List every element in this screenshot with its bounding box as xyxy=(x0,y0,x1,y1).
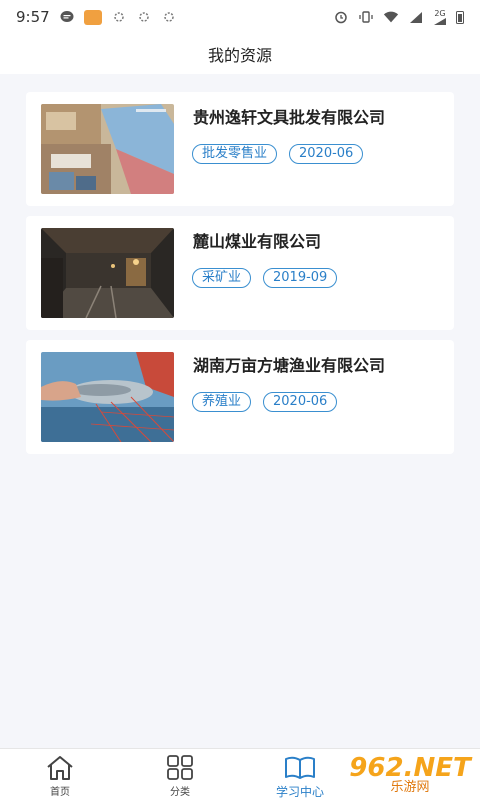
industry-tag: 批发零售业 xyxy=(192,144,278,164)
sync-icon-2 xyxy=(138,12,149,22)
app-badge-icon xyxy=(83,9,102,25)
nav-label-home: 首页 xyxy=(50,787,70,798)
watermark-logo: 962.NET 乐游网 xyxy=(346,752,474,798)
stationery-image xyxy=(41,104,174,194)
company-name: 湖南万亩方塘渔业有限公司 xyxy=(193,356,386,375)
resource-card[interactable]: 湖南万亩方塘渔业有限公司 养殖业 2020-06 xyxy=(26,340,454,454)
resource-thumbnail-mine xyxy=(41,228,174,318)
nav-item-learning-center[interactable]: 学习中心 xyxy=(240,749,360,801)
mine-image xyxy=(41,228,174,318)
vibrate-icon xyxy=(359,11,373,23)
company-name: 麓山煤业有限公司 xyxy=(193,232,322,251)
tag-list: 批发零售业 2020-06 xyxy=(192,144,364,164)
home-icon xyxy=(47,756,73,780)
book-icon xyxy=(285,756,315,779)
wifi-icon xyxy=(383,11,399,23)
resource-card[interactable]: 贵州逸轩文具批发有限公司 批发零售业 2020-06 xyxy=(26,92,454,206)
alarm-icon xyxy=(335,11,347,24)
date-tag: 2020-06 xyxy=(289,144,364,164)
status-bar: 9:57 2G xyxy=(0,0,480,34)
date-tag: 2019-09 xyxy=(263,268,338,288)
industry-tag: 采矿业 xyxy=(192,268,252,288)
nav-item-home[interactable]: 首页 xyxy=(0,749,120,801)
network-label: 2G xyxy=(434,8,446,18)
watermark-line2: 乐游网 xyxy=(390,780,430,795)
tag-list: 采矿业 2019-09 xyxy=(192,268,338,288)
resource-thumbnail-stationery xyxy=(41,104,174,194)
industry-tag: 养殖业 xyxy=(192,392,252,412)
tag-list: 养殖业 2020-06 xyxy=(192,392,338,412)
page-header: 我的资源 xyxy=(0,34,480,74)
status-left: 9:57 xyxy=(16,8,177,26)
page-title: 我的资源 xyxy=(207,46,272,65)
network-indicator: 2G xyxy=(433,8,447,25)
nav-item-category[interactable]: 分类 xyxy=(120,749,240,801)
grid-icon xyxy=(167,755,193,780)
message-icon xyxy=(60,11,74,22)
nav-label-category: 分类 xyxy=(170,787,190,798)
resource-card[interactable]: 麓山煤业有限公司 采矿业 2019-09 xyxy=(26,216,454,330)
battery-icon xyxy=(456,10,464,24)
watermark-line1: 962.NET xyxy=(349,753,471,783)
signal-icon-2 xyxy=(434,17,446,25)
nav-label-learning-center: 学习中心 xyxy=(275,785,324,799)
resource-thumbnail-fish xyxy=(41,352,174,442)
status-right: 2G xyxy=(333,8,464,25)
company-name: 贵州逸轩文具批发有限公司 xyxy=(193,108,386,127)
signal-icon xyxy=(410,12,422,23)
date-tag: 2020-06 xyxy=(263,392,338,412)
resource-list: 贵州逸轩文具批发有限公司 批发零售业 2020-06 麓山煤业有限公司 采矿业 xyxy=(26,92,454,464)
sync-icon xyxy=(113,12,124,22)
fishery-image xyxy=(41,352,174,442)
sync-icon-3 xyxy=(163,12,174,22)
status-time: 9:57 xyxy=(16,8,50,26)
